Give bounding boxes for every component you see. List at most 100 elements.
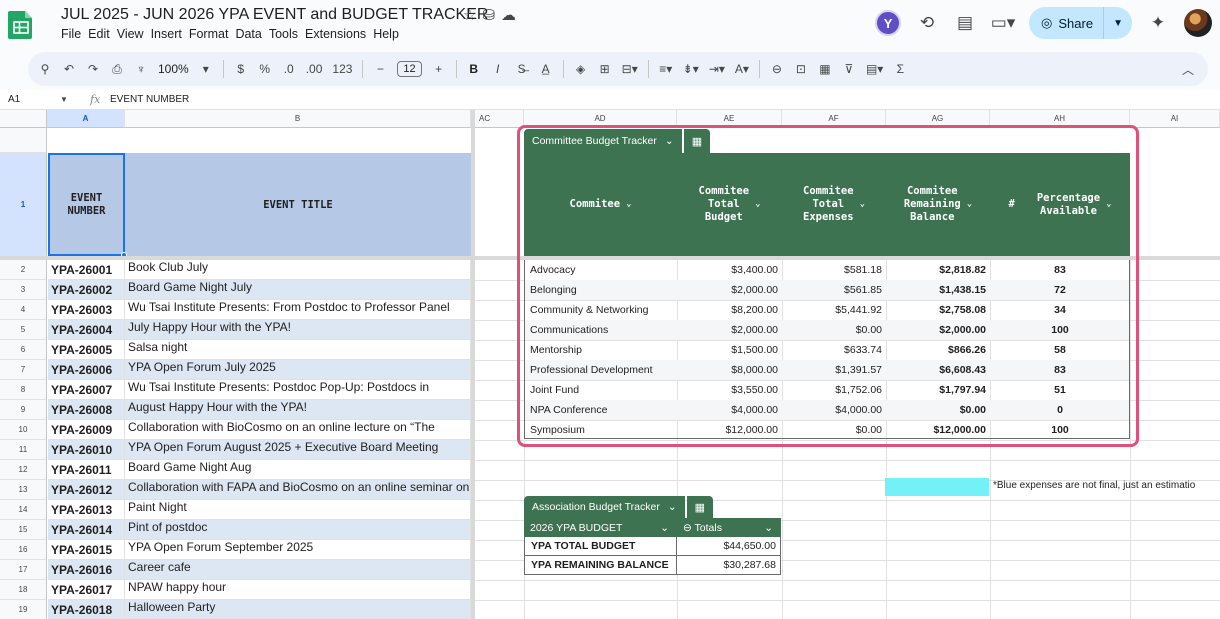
zoom-select[interactable]: 100% [158,62,189,76]
document-title[interactable]: JUL 2025 - JUN 2026 YPA EVENT and BUDGET… [61,6,488,24]
event-number-cell[interactable]: YPA-26008 [48,400,125,420]
blue-expense-note[interactable]: *Blue expenses are not final, just an es… [993,480,1195,491]
name-box[interactable]: A1 [0,94,60,105]
more-formats-button[interactable]: 123 [332,62,352,76]
row-header[interactable]: 8 [0,380,47,400]
event-title-header-cell[interactable]: EVENT TITLE [125,153,471,256]
decrease-font-size-icon[interactable]: − [373,62,387,76]
strikethrough-icon[interactable]: S̶ [515,62,529,76]
event-number-cell[interactable]: YPA-26012 [48,480,125,500]
move-folder-icon[interactable]: ⛁ [482,6,495,24]
event-number-cell[interactable]: YPA-26001 [48,260,125,280]
merge-cells-icon[interactable]: ⊟▾ [622,62,638,76]
event-number-cell[interactable]: YPA-26013 [48,500,125,520]
vertical-align-icon[interactable]: ⇟▾ [683,62,699,76]
event-number-cell[interactable]: YPA-26005 [48,340,125,360]
event-title-cell[interactable]: Collaboration with BioCosmo on an online… [125,420,471,440]
row-header[interactable]: 5 [0,320,47,340]
star-icon[interactable]: ☆ [463,6,476,24]
table-view-icon[interactable]: ▦ [686,496,714,518]
association-row[interactable]: YPA REMAINING BALANCE $30,287.68 [524,556,781,575]
column-header-b[interactable]: B [125,110,471,128]
event-number-cell[interactable]: YPA-26006 [48,360,125,380]
column-header-a[interactable]: A [47,110,125,128]
row-header[interactable]: 17 [0,560,47,580]
share-dropdown-button[interactable]: ▼ [1104,7,1132,39]
meet-call-icon[interactable]: ▭▾ [991,11,1016,35]
spreadsheet-grid[interactable]: A B AC AD AE AF AG AH AI 1 EVENT NUMBER … [0,110,1220,619]
bold-button[interactable]: B [467,62,481,76]
menu-edit[interactable]: Edit [88,27,115,41]
event-title-cell[interactable]: YPA Open Forum September 2025 [125,540,471,560]
row-header[interactable]: 13 [0,480,47,500]
print-icon[interactable]: ⎙ [110,62,124,77]
redo-icon[interactable]: ↷ [86,62,100,76]
text-color-icon[interactable]: A̲ [539,62,553,76]
paint-format-icon[interactable]: ♆ [134,62,148,76]
row-header[interactable]: 16 [0,540,47,560]
menu-tools[interactable]: Tools [269,27,303,41]
horizontal-align-icon[interactable]: ≡▾ [659,62,673,76]
column-header-ai[interactable]: AI [1130,110,1220,128]
frozen-column-divider[interactable] [471,110,475,619]
event-number-cell[interactable]: YPA-26003 [48,300,125,320]
row-header[interactable]: 11 [0,440,47,460]
row-header[interactable]: 6 [0,340,47,360]
row-header[interactable]: 7 [0,360,47,380]
chevron-down-icon[interactable]: ⌄ [660,522,669,534]
event-title-cell[interactable]: August Happy Hour with the YPA! [125,400,471,420]
name-box-dropdown-icon[interactable]: ▼ [60,95,90,104]
undo-icon[interactable]: ↶ [62,62,76,76]
font-size-input[interactable]: 12 [397,61,422,77]
blue-legend-swatch[interactable] [885,478,989,496]
row-header[interactable]: 10 [0,420,47,440]
event-title-cell[interactable]: Board Game Night Aug [125,460,471,480]
gemini-sparkle-icon[interactable]: ✦ [1146,11,1170,35]
cloud-status-icon[interactable]: ☁ [501,6,516,24]
row-header[interactable]: 4 [0,300,47,320]
event-title-cell[interactable]: NPAW happy hour [125,580,471,600]
event-number-cell[interactable]: YPA-26018 [48,600,125,619]
row-header[interactable]: 18 [0,580,47,600]
event-title-cell[interactable]: Book Club July [125,260,471,280]
event-number-cell[interactable]: YPA-26010 [48,440,125,460]
association-header-budget[interactable]: 2026 YPA BUDGET ⌄ [524,522,677,534]
association-row[interactable]: YPA TOTAL BUDGET $44,650.00 [524,537,781,556]
row-header[interactable]: 3 [0,280,47,300]
search-menus-icon[interactable]: ⚲ [38,62,52,76]
association-table-name-button[interactable]: Association Budget Tracker ⌄ [524,496,685,518]
increase-font-size-icon[interactable]: + [432,62,446,76]
text-rotation-icon[interactable]: A▾ [735,62,749,76]
event-number-cell[interactable]: YPA-26017 [48,580,125,600]
row-header[interactable]: 2 [0,260,47,280]
text-wrapping-icon[interactable]: ⇥▾ [709,62,725,76]
version-history-icon[interactable]: ⟲ [915,11,939,35]
event-title-cell[interactable]: Paint Night [125,500,471,520]
event-number-cell[interactable]: YPA-26015 [48,540,125,560]
event-number-cell[interactable]: YPA-26002 [48,280,125,300]
share-button[interactable]: ◎ Share [1029,7,1105,39]
event-title-cell[interactable]: Wu Tsai Institute Presents: From Postdoc… [125,300,471,320]
insert-comment-icon[interactable]: ⊡ [794,62,808,76]
row-header[interactable]: 12 [0,460,47,480]
increase-decimal-button[interactable]: .00 [306,62,323,76]
menu-view[interactable]: View [117,27,149,41]
event-title-cell[interactable]: Career cafe [125,560,471,580]
event-number-cell[interactable]: YPA-26009 [48,420,125,440]
format-currency-button[interactable]: $ [234,62,248,76]
zoom-dropdown-icon[interactable]: ▾ [199,62,213,76]
menu-extensions[interactable]: Extensions [305,27,371,41]
collaborator-avatar[interactable]: Y [875,10,902,36]
event-title-cell[interactable]: Collaboration with FAPA and BioCosmo on … [125,480,471,500]
filter-views-icon[interactable]: ▤▾ [866,62,883,76]
event-title-cell[interactable]: Pint of postdoc [125,520,471,540]
menu-insert[interactable]: Insert [151,27,187,41]
event-title-cell[interactable]: July Happy Hour with the YPA! [125,320,471,340]
filter-icon[interactable]: ⊽ [842,62,856,76]
association-header-totals[interactable]: ⊖ Totals ⌄ [677,522,781,534]
row-header[interactable]: 9 [0,400,47,420]
formula-input[interactable]: EVENT NUMBER [110,94,189,105]
select-all-corner[interactable] [0,110,47,128]
event-number-header-cell[interactable]: EVENT NUMBER [48,153,125,256]
chevron-down-icon[interactable]: ⌄ [764,522,773,534]
